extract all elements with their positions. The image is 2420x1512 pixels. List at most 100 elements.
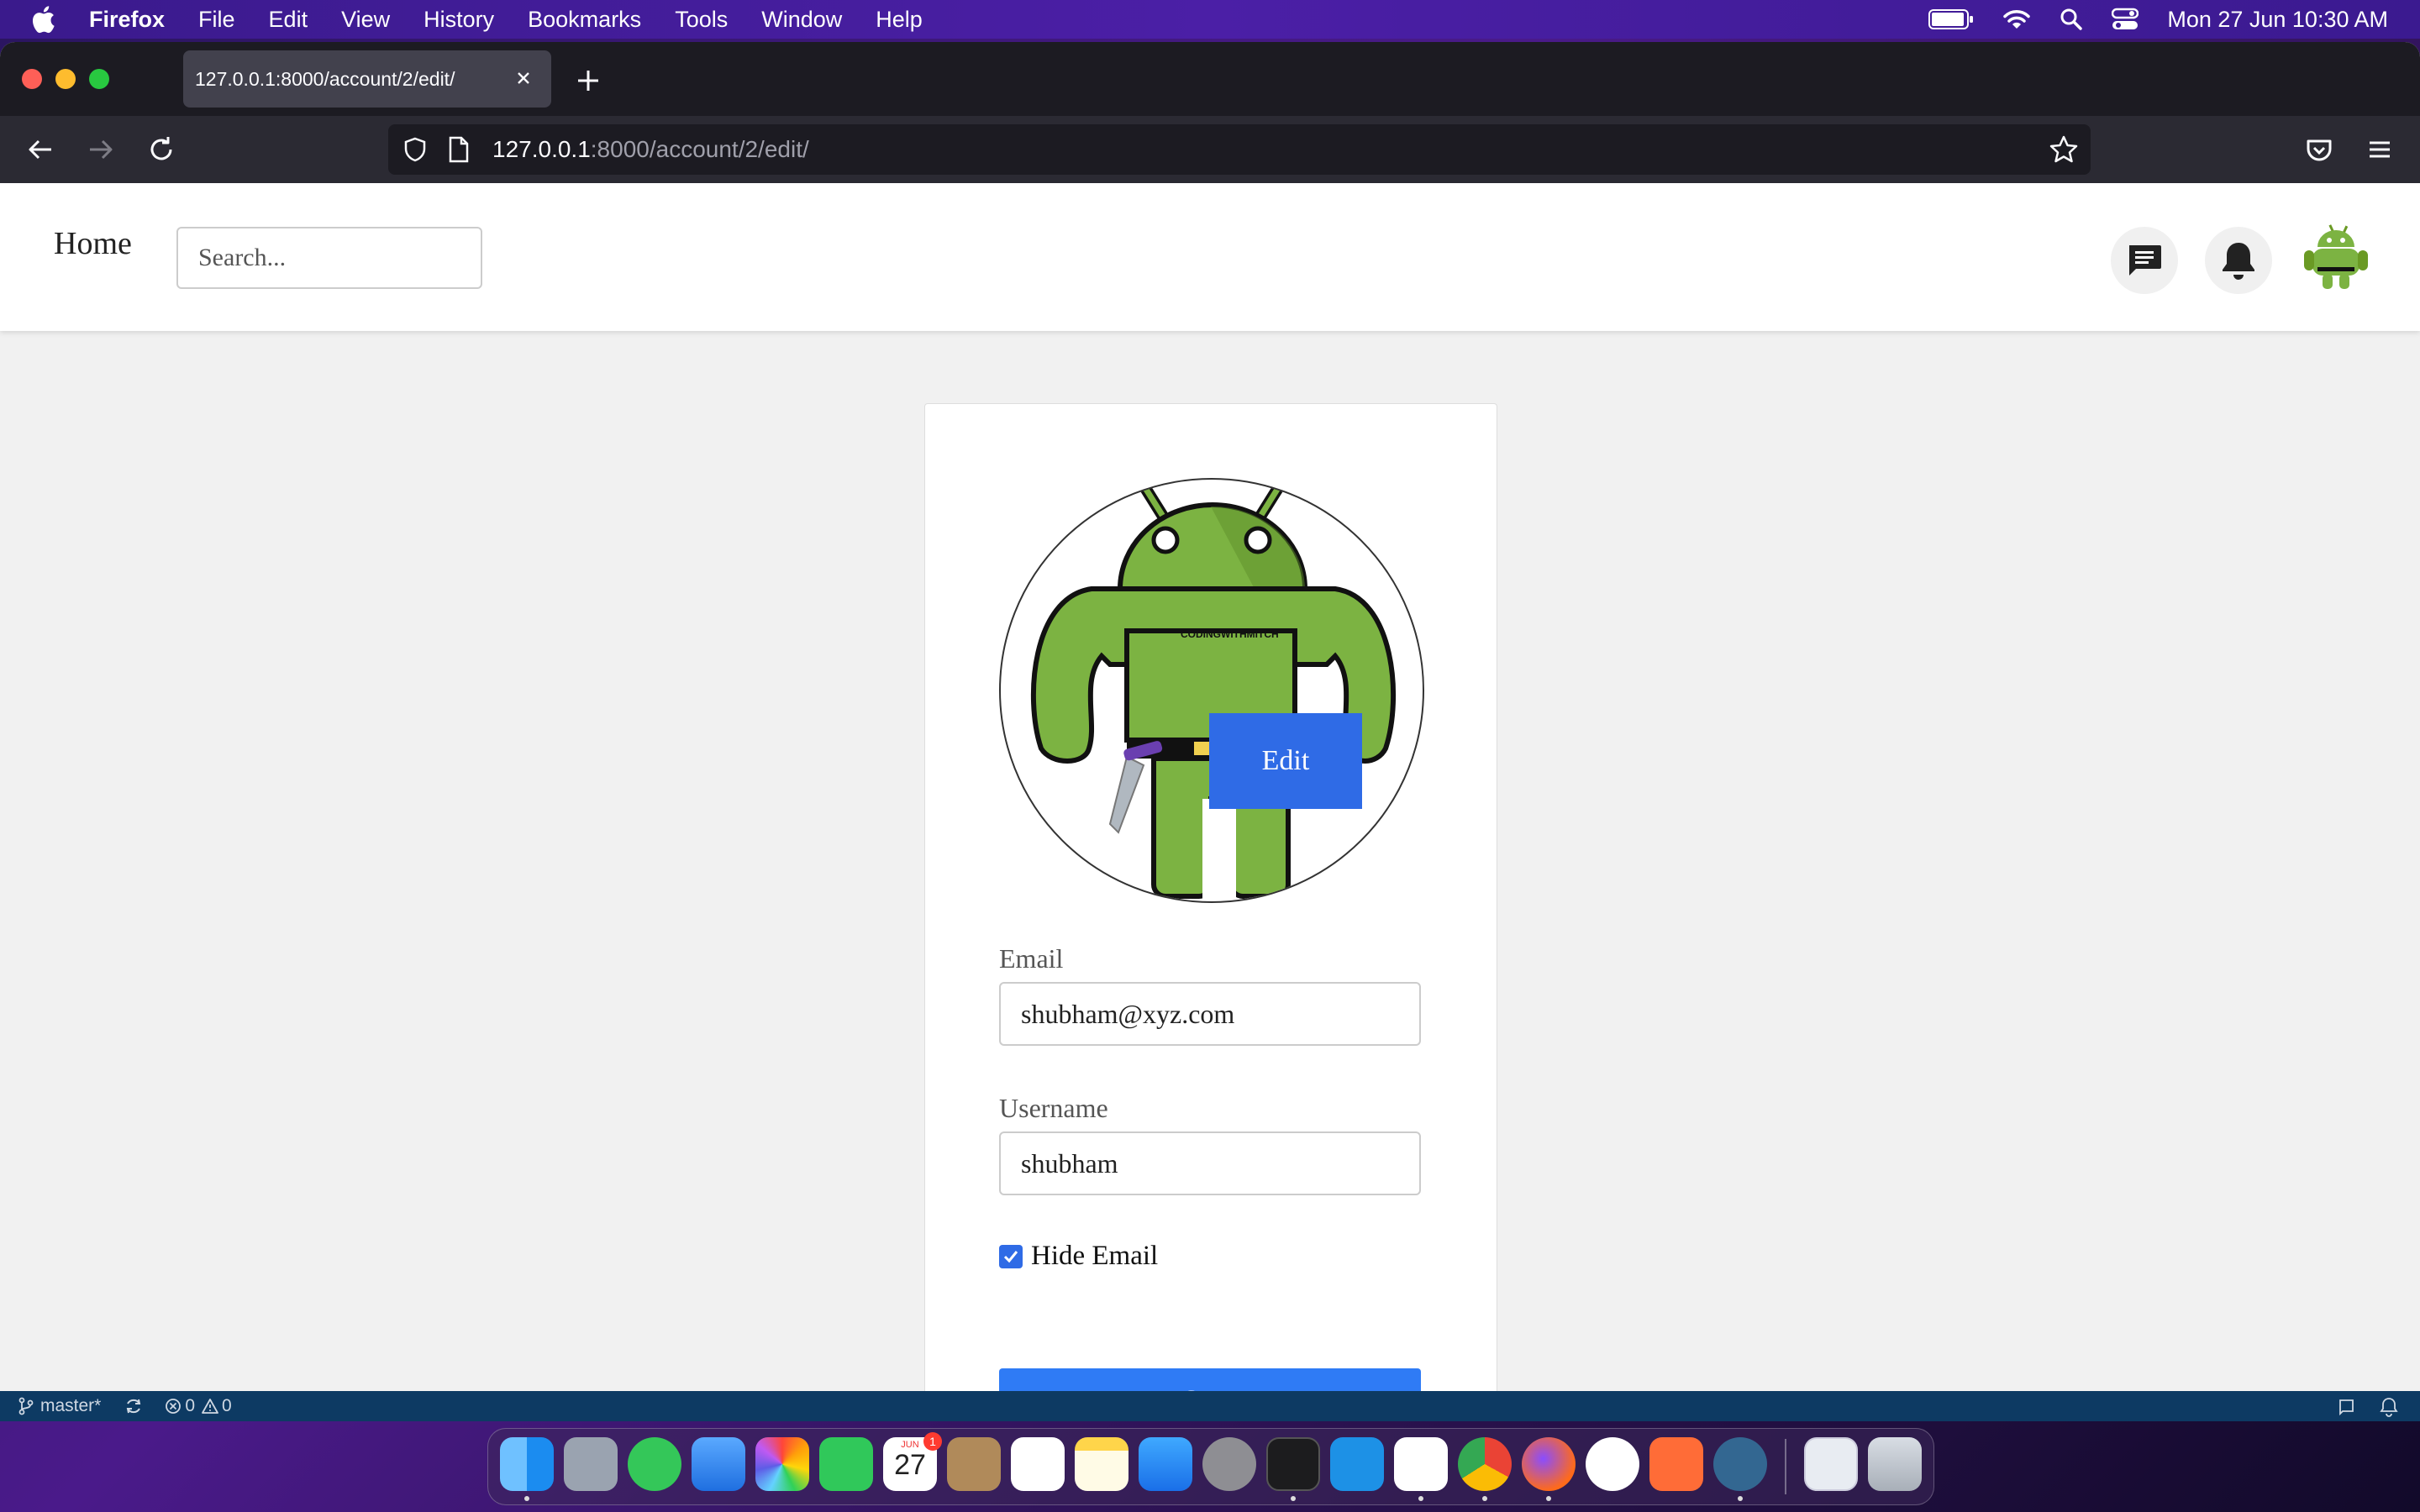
menu-view[interactable]: View	[341, 7, 390, 33]
error-count: 0	[185, 1396, 196, 1415]
editor-status-bar: master* 0 0	[0, 1391, 2420, 1421]
page-viewport: Home Search... CODINGWITHMITCH Edit Emai…	[0, 183, 2420, 1391]
menu-edit[interactable]: Edit	[269, 7, 308, 33]
git-branch-icon	[18, 1397, 34, 1415]
battery-icon[interactable]	[1928, 9, 1974, 29]
email-label: Email	[999, 943, 1064, 974]
wifi-icon[interactable]	[2002, 8, 2031, 30]
postgres-running-indicator	[1738, 1496, 1743, 1501]
problems-item[interactable]: 0 0	[165, 1396, 232, 1416]
browser-tab-active[interactable]: 127.0.0.1:8000/account/2/edit/	[183, 50, 551, 108]
notifications-button[interactable]	[2205, 227, 2272, 294]
menu-bookmarks[interactable]: Bookmarks	[528, 7, 641, 33]
navigation-toolbar: 127.0.0.1:8000/account/2/edit/	[0, 116, 2420, 183]
hide-email-checkbox[interactable]	[999, 1244, 1023, 1268]
mail-icon[interactable]	[692, 1437, 745, 1491]
control-center-icon[interactable]	[2112, 8, 2139, 31]
calendar-icon[interactable]: JUN 27 1	[883, 1432, 942, 1491]
finder-icon[interactable]	[500, 1437, 554, 1491]
trash-icon[interactable]	[1868, 1437, 1922, 1491]
edit-photo-button[interactable]: Edit	[1209, 713, 1362, 809]
system-preferences-icon[interactable]	[1202, 1437, 1256, 1491]
vscode-icon[interactable]	[1394, 1437, 1448, 1491]
back-arrow-icon[interactable]	[24, 133, 57, 166]
terminal-running-indicator	[1291, 1496, 1296, 1501]
mongodb-compass-icon[interactable]	[1586, 1437, 1639, 1491]
firefox-running-indicator	[1546, 1496, 1551, 1501]
menu-app-name[interactable]: Firefox	[89, 7, 165, 33]
menu-history[interactable]: History	[424, 7, 494, 33]
dock-separator	[1785, 1439, 1786, 1494]
menu-tools[interactable]: Tools	[675, 7, 728, 33]
downloads-stack-icon[interactable]	[1804, 1437, 1858, 1491]
menu-help[interactable]: Help	[876, 7, 923, 33]
messages-icon[interactable]	[628, 1437, 681, 1491]
address-bar[interactable]: 127.0.0.1:8000/account/2/edit/	[388, 124, 2091, 175]
mascot-logo-text: CODINGWITHMITCH	[1181, 628, 1279, 640]
warning-count: 0	[222, 1396, 232, 1415]
bell-icon	[2223, 243, 2254, 280]
apple-icon[interactable]	[30, 5, 55, 34]
shield-icon[interactable]	[402, 136, 429, 163]
docker-icon[interactable]	[1330, 1437, 1384, 1491]
chat-button[interactable]	[2111, 227, 2178, 294]
reminders-icon[interactable]	[1011, 1437, 1065, 1491]
chrome-icon[interactable]	[1458, 1437, 1512, 1491]
git-branch-item[interactable]: master*	[18, 1396, 101, 1416]
user-avatar[interactable]	[2297, 222, 2368, 292]
contacts-icon[interactable]	[947, 1437, 1001, 1491]
finder-running-indicator	[524, 1496, 529, 1501]
chrome-running-indicator	[1482, 1496, 1487, 1501]
notifications-bell-icon[interactable]	[2380, 1397, 2398, 1417]
error-icon	[166, 1399, 182, 1414]
menubar-clock[interactable]: Mon 27 Jun 10:30 AM	[2167, 7, 2388, 33]
chat-icon	[2129, 245, 2161, 276]
spotlight-search-icon[interactable]	[2060, 8, 2083, 31]
home-link[interactable]: Home	[54, 225, 132, 262]
profile-image[interactable]: CODINGWITHMITCH Edit	[999, 478, 1424, 903]
hide-email-label[interactable]: Hide Email	[1031, 1241, 1158, 1272]
calendar-badge: 1	[923, 1432, 942, 1451]
menu-window[interactable]: Window	[761, 7, 842, 33]
tab-title: 127.0.0.1:8000/account/2/edit/	[195, 67, 455, 90]
calendar-day: 27	[894, 1449, 926, 1481]
hide-email-row: Hide Email	[999, 1241, 1158, 1272]
forward-arrow-icon[interactable]	[84, 133, 118, 166]
postman-icon[interactable]	[1649, 1437, 1703, 1491]
save-button[interactable]: Save	[999, 1368, 1421, 1391]
tab-strip: 127.0.0.1:8000/account/2/edit/	[0, 42, 2420, 116]
email-field[interactable]	[999, 982, 1421, 1046]
username-field[interactable]	[999, 1131, 1421, 1195]
pocket-icon[interactable]	[2302, 133, 2336, 166]
username-label: Username	[999, 1093, 1108, 1123]
firefox-icon[interactable]	[1522, 1437, 1576, 1491]
window-close-button[interactable]	[22, 69, 42, 89]
window-zoom-button[interactable]	[89, 69, 109, 89]
warning-icon	[202, 1399, 218, 1414]
bookmark-star-icon[interactable]	[2049, 134, 2079, 165]
facetime-icon[interactable]	[819, 1437, 873, 1491]
page-info-icon[interactable]	[447, 136, 471, 163]
browser-window: 127.0.0.1:8000/account/2/edit/ 127.0.0.1…	[0, 42, 2420, 1391]
terminal-icon[interactable]	[1266, 1437, 1320, 1491]
postgres-icon[interactable]	[1713, 1437, 1767, 1491]
tab-close-icon[interactable]	[511, 66, 536, 91]
launchpad-icon[interactable]	[564, 1437, 618, 1491]
menu-file[interactable]: File	[198, 7, 235, 33]
window-minimize-button[interactable]	[55, 69, 76, 89]
account-edit-card: CODINGWITHMITCH Edit Email Username	[924, 403, 1497, 1391]
reload-icon[interactable]	[145, 133, 178, 166]
new-tab-plus-icon[interactable]	[573, 66, 603, 96]
search-input[interactable]	[176, 227, 482, 289]
url-text[interactable]: 127.0.0.1:8000/account/2/edit/	[492, 136, 809, 163]
sync-icon[interactable]	[124, 1397, 143, 1415]
app-store-icon[interactable]	[1139, 1437, 1192, 1491]
menu-bar: Firefox File Edit View History Bookmarks…	[0, 0, 2420, 39]
android-mascot-image: CODINGWITHMITCH	[1030, 482, 1397, 900]
notes-icon[interactable]	[1075, 1437, 1128, 1491]
feedback-icon[interactable]	[2338, 1398, 2356, 1416]
dock: JUN 27 1	[487, 1428, 1934, 1505]
photos-icon[interactable]	[755, 1437, 809, 1491]
hamburger-menu-icon[interactable]	[2363, 133, 2396, 166]
url-path: :8000/account/2/edit/	[590, 136, 809, 162]
